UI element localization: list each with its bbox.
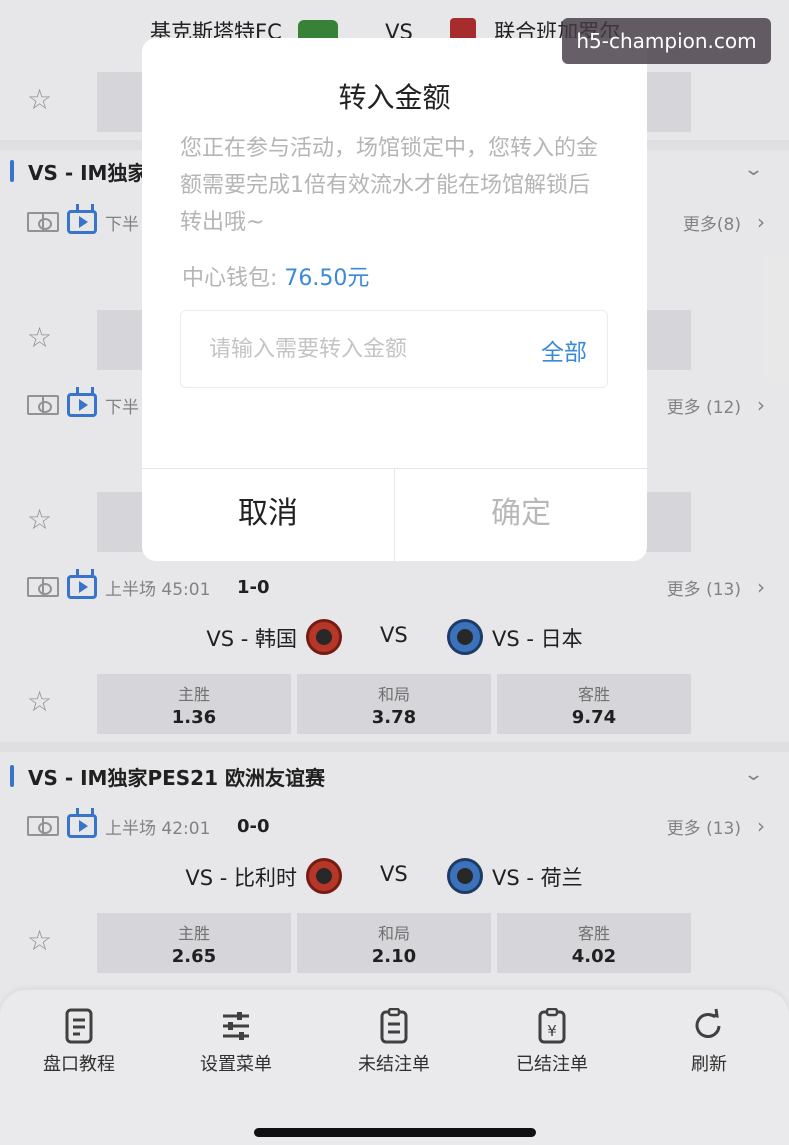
dialog-title: 转入金额 [338,81,451,114]
transfer-amount-dialog: 转入金额 您正在参与活动，场馆锁定中，您转入的金额需要完成1倍有效流水才能在场馆… [142,38,647,561]
amount-input[interactable] [209,331,509,367]
all-amount-button[interactable]: 全部 [541,333,587,367]
wallet-label: 中心钱包: [182,266,278,291]
dialog-footer: 取消 确定 [142,468,647,561]
cancel-button[interactable]: 取消 [142,469,394,561]
sportsbook-page: 基克斯塔特FC VS 联合班加罗尔 ☆ VS - IM独家 ⌄ 下半 更多(8)… [0,0,789,1145]
wallet-balance: 中心钱包: 76.50元 [182,260,369,292]
wallet-value: 76.50元 [284,266,370,291]
confirm-button[interactable]: 确定 [394,469,647,561]
dialog-message: 您正在参与活动，场馆锁定中，您转入的金额需要完成1倍有效流水才能在场馆解锁后转出… [180,136,599,235]
watermark: h5-champion.com [562,18,771,64]
amount-field: 全部 [180,310,608,388]
